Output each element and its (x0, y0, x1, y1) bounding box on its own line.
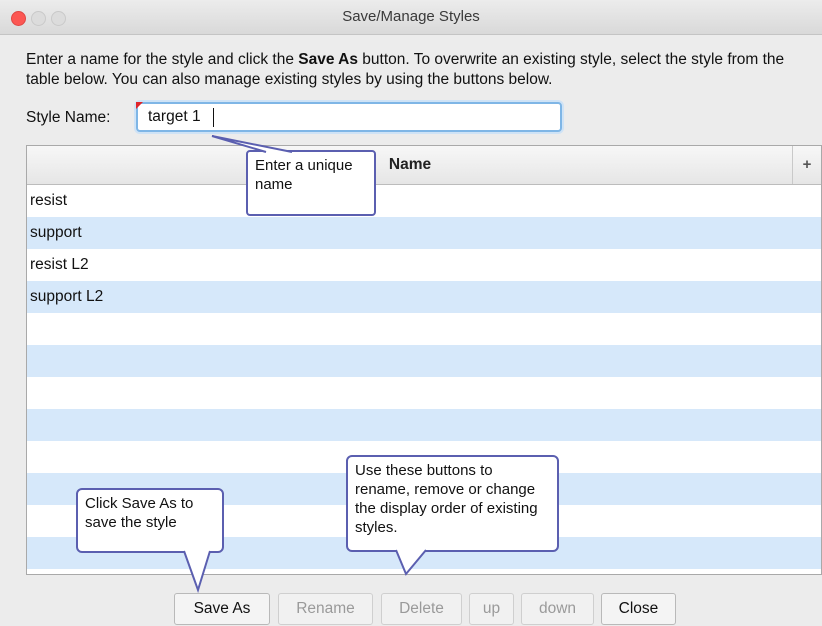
save-manage-styles-window: Save/Manage Styles Enter a name for the … (0, 0, 822, 626)
manage-hint-callout-tail (395, 549, 427, 576)
